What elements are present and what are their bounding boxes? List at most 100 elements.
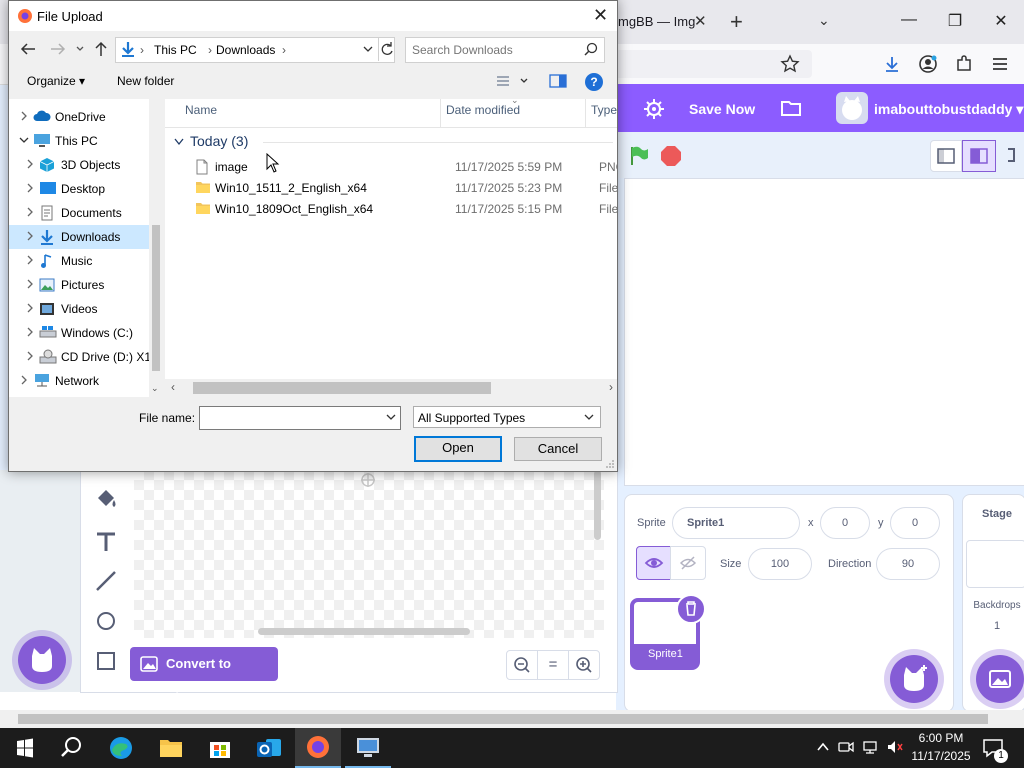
zoom-in-button[interactable]	[568, 650, 600, 680]
close-window-button[interactable]: ✕	[978, 11, 1024, 31]
account-icon[interactable]	[918, 54, 938, 74]
fullscreen-icon[interactable]	[1000, 140, 1024, 170]
column-header-name[interactable]: Name	[185, 103, 217, 117]
zoom-out-button[interactable]	[506, 650, 538, 680]
y-position-input[interactable]: 0	[890, 507, 940, 539]
tree-item[interactable]: Desktop	[9, 177, 149, 201]
tree-vertical-scrollbar[interactable]: ⌄	[149, 99, 163, 397]
my-stuff-folder-icon[interactable]	[780, 98, 802, 118]
canvas-vertical-scrollbar[interactable]	[594, 470, 601, 540]
chevron-right-icon[interactable]	[25, 351, 35, 361]
chevron-right-icon[interactable]	[25, 279, 35, 289]
chevron-right-icon[interactable]	[25, 159, 35, 169]
normal-stage-button[interactable]	[962, 140, 996, 172]
search-icon[interactable]	[48, 728, 94, 768]
tree-item[interactable]: OneDrive	[9, 105, 149, 129]
new-folder-button[interactable]: New folder	[117, 74, 174, 88]
remote-desktop-icon[interactable]	[345, 728, 391, 768]
add-backdrop-button[interactable]	[976, 655, 1024, 703]
file-type-select[interactable]: All Supported Types	[413, 406, 601, 428]
address-bar[interactable]: › This PC › Downloads ›	[115, 37, 395, 63]
file-explorer-icon[interactable]	[148, 728, 194, 768]
forward-arrow-icon[interactable]	[49, 41, 67, 57]
taskbar-clock-date[interactable]: 11/17/2025	[908, 749, 974, 763]
search-magnifier-icon[interactable]	[584, 42, 598, 56]
size-input[interactable]: 100	[748, 548, 812, 580]
user-avatar[interactable]	[836, 92, 868, 124]
store-icon[interactable]	[197, 728, 243, 768]
recent-locations-icon[interactable]	[75, 44, 85, 54]
tree-item[interactable]: Windows (C:)	[9, 321, 149, 345]
chevron-down-icon[interactable]	[19, 135, 29, 145]
list-tabs-button[interactable]: ⌄	[818, 12, 830, 29]
chevron-right-icon[interactable]	[25, 183, 35, 193]
view-options-icon[interactable]	[495, 73, 531, 89]
file-row[interactable]: image 11/17/2025 5:59 PM PNG	[185, 157, 617, 178]
add-sprite-button[interactable]	[890, 655, 938, 703]
circle-icon[interactable]	[92, 607, 120, 635]
username-menu[interactable]: imabouttobustdaddy ▾	[874, 101, 1023, 118]
help-icon[interactable]: ?	[585, 73, 603, 91]
paint-canvas[interactable]	[134, 470, 604, 638]
maximize-window-button[interactable]: ❐	[932, 11, 978, 31]
menu-hamburger-icon[interactable]	[990, 54, 1010, 74]
bookmark-star-icon[interactable]	[780, 54, 800, 74]
taskbar-clock-time[interactable]: 6:00 PM	[914, 731, 968, 745]
open-button[interactable]: Open	[414, 436, 502, 462]
file-name-dropdown-icon[interactable]	[386, 412, 396, 422]
small-stage-button[interactable]	[930, 140, 962, 172]
tree-item[interactable]: Music	[9, 249, 149, 273]
green-flag-icon[interactable]	[628, 145, 650, 167]
file-row[interactable]: Win10_1809Oct_English_x64 11/17/2025 5:15…	[185, 199, 617, 220]
dialog-close-icon[interactable]: ✕	[593, 5, 608, 26]
fill-icon[interactable]	[92, 486, 120, 514]
meet-now-icon[interactable]	[838, 739, 854, 755]
column-header-date-modified[interactable]: Date modified	[446, 103, 520, 117]
collapse-group-icon[interactable]	[173, 137, 185, 147]
page-horizontal-scrollbar[interactable]	[0, 710, 1024, 728]
group-header-today[interactable]: Today (3)	[190, 133, 248, 149]
tree-item[interactable]: 3D Objects	[9, 153, 149, 177]
show-hidden-icons-icon[interactable]	[816, 740, 830, 754]
back-arrow-icon[interactable]	[19, 41, 37, 57]
tree-item[interactable]: Videos	[9, 297, 149, 321]
stage-canvas[interactable]	[624, 178, 1024, 486]
volume-muted-icon[interactable]	[886, 739, 904, 755]
refresh-icon[interactable]	[378, 37, 395, 61]
chevron-right-icon[interactable]	[19, 111, 29, 121]
minimize-window-button[interactable]: —	[886, 11, 932, 29]
column-header-type[interactable]: Type	[591, 103, 617, 117]
new-tab-button[interactable]: +	[730, 9, 743, 35]
rectangle-icon[interactable]	[92, 647, 120, 675]
tree-item[interactable]: Downloads	[9, 225, 149, 249]
chevron-right-icon[interactable]	[19, 375, 29, 385]
tab-close-icon[interactable]: ✕	[694, 12, 707, 30]
x-position-input[interactable]: 0	[820, 507, 870, 539]
breadcrumb-downloads[interactable]: Downloads	[216, 43, 275, 57]
chevron-right-icon[interactable]	[25, 327, 35, 337]
firefox-icon[interactable]	[295, 728, 341, 768]
chevron-right-icon[interactable]	[25, 255, 35, 265]
text-icon[interactable]	[92, 528, 120, 556]
file-name-input[interactable]	[199, 406, 401, 430]
hide-sprite-button[interactable]	[670, 546, 706, 580]
list-horizontal-scrollbar[interactable]: ‹ ›	[165, 379, 617, 397]
stage-thumbnail[interactable]	[966, 540, 1024, 588]
search-input[interactable]: Search Downloads	[412, 43, 513, 57]
breadcrumb-this-pc[interactable]: This PC	[154, 43, 197, 57]
zoom-reset-button[interactable]: =	[537, 650, 569, 680]
tree-item[interactable]: Pictures	[9, 273, 149, 297]
search-box[interactable]: Search Downloads	[405, 37, 605, 63]
chevron-right-icon[interactable]	[25, 207, 35, 217]
downloads-icon[interactable]	[882, 54, 902, 74]
chevron-right-icon[interactable]	[25, 303, 35, 313]
line-icon[interactable]	[92, 567, 120, 595]
preview-pane-icon[interactable]	[549, 73, 567, 89]
direction-input[interactable]: 90	[876, 548, 940, 580]
network-tray-icon[interactable]	[862, 739, 878, 755]
resize-grip-icon[interactable]	[605, 459, 615, 469]
delete-sprite-icon[interactable]	[676, 594, 706, 624]
chevron-right-icon[interactable]	[25, 231, 35, 241]
tree-item[interactable]: This PC	[9, 129, 149, 153]
organize-menu-button[interactable]: Organize ▾	[27, 74, 85, 88]
